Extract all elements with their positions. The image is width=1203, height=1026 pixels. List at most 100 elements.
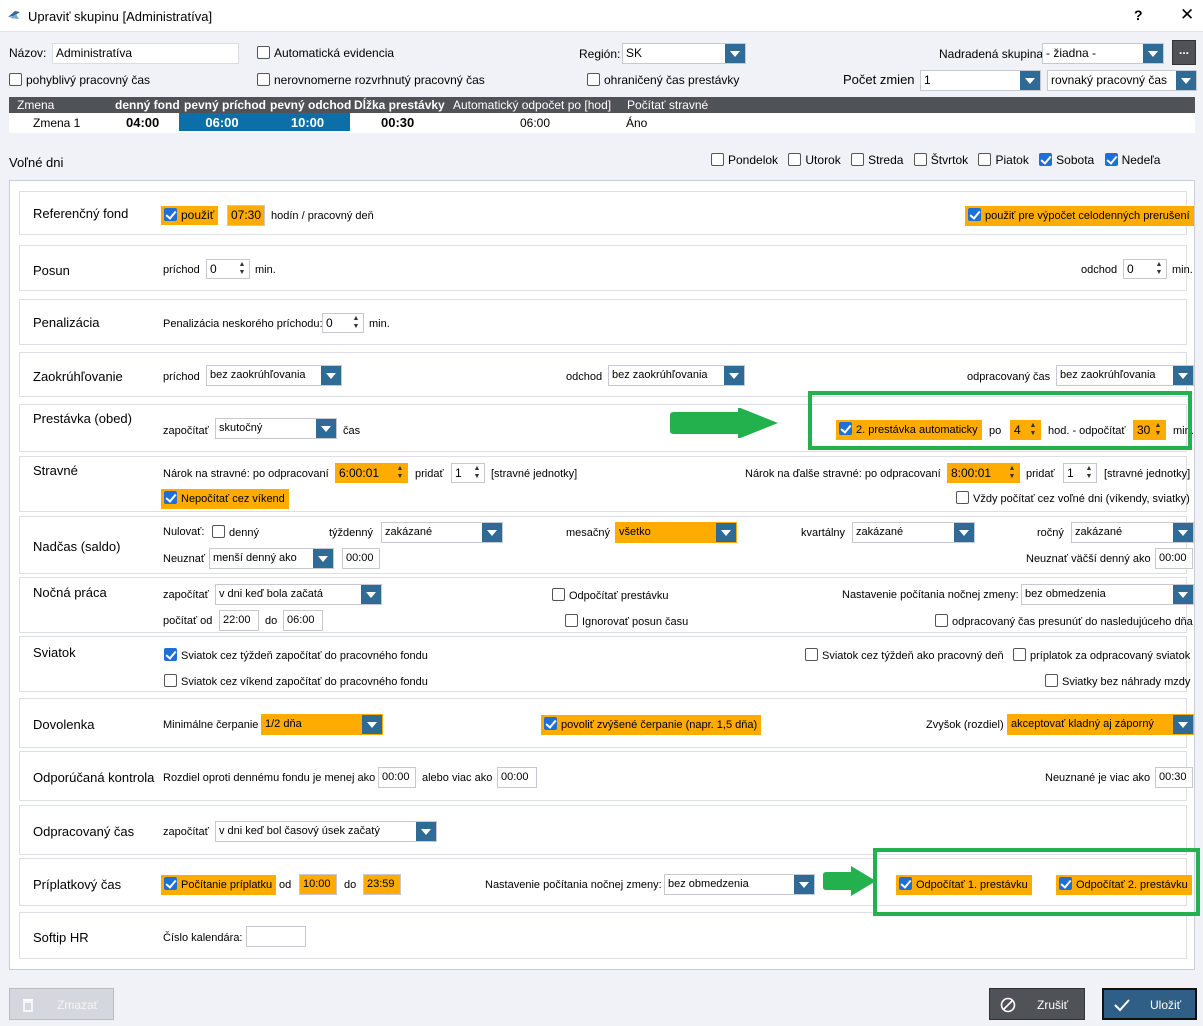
day-piatok[interactable]: Piatok (975, 151, 1032, 169)
cell-pevny-odchod[interactable]: 10:00 (265, 113, 350, 131)
region-select[interactable]: SK (622, 43, 746, 64)
strav-pridat2-spin[interactable]: 1 ▲ ▼ (1063, 463, 1097, 483)
cell-pevny-prichod-value: 06:00 (205, 115, 239, 130)
priplat-do-input[interactable]: 23:59 (363, 874, 401, 895)
zaokr-odprac-select[interactable]: bez zaokrúhľovania (1056, 365, 1194, 386)
auto-evidencia-checkbox[interactable]: Automatická evidencia (254, 44, 398, 63)
nadcas-rocny-select[interactable]: zakázané (1071, 522, 1194, 543)
pohyblivy-checkbox[interactable]: pohyblivý pracovný čas (6, 71, 154, 90)
checkbox-icon (552, 588, 565, 601)
dovol-min-select[interactable]: 1/2 dňa (261, 714, 383, 735)
nocna-nastavenie-select[interactable]: bez obmedzenia (1021, 584, 1194, 605)
spin-arrows-icon: ▲ ▼ (1155, 261, 1163, 276)
zaokr-odchod-select[interactable]: bez zaokrúhľovania (608, 365, 745, 386)
posun-odchod-spin[interactable]: 0 ▲ ▼ (1123, 259, 1167, 279)
nadcas-mesacny-select[interactable]: všetko (615, 522, 737, 543)
day-pondelok[interactable]: Pondelok (708, 151, 782, 169)
pocet-zmien-select[interactable]: 1 (920, 70, 1041, 91)
nerovnomerne-checkbox[interactable]: nerovnomerne rozvrhnutý pracovný čas (254, 71, 489, 90)
softip-cislo-input[interactable] (246, 926, 306, 947)
nocna-do-input[interactable]: 06:00 (283, 610, 323, 631)
nadcas-denny-checkbox[interactable]: denný (209, 523, 263, 543)
zaokr-prichod-select[interactable]: bez zaokrúhľovania (206, 365, 342, 386)
cell-pevny-prichod[interactable]: 06:00 (179, 113, 265, 131)
nadcas-neuznat2-time[interactable]: 00:00 (1155, 548, 1193, 569)
highlight-box-priplatok (873, 848, 1200, 916)
strav-pridat-value: 1 (455, 466, 462, 480)
day-sobota[interactable]: Sobota (1036, 151, 1098, 169)
kontrola-r3-input[interactable]: 00:30 (1155, 767, 1193, 788)
nocna-ignorovat-checkbox[interactable]: Ignorovať posun času (562, 612, 692, 632)
priplat-nastavenie-select[interactable]: bez obmedzenia (664, 874, 815, 895)
nocna-do-label: do (265, 615, 278, 627)
odprac-zapocitat-select[interactable]: v dni keď bol časový úsek začatý (215, 821, 437, 842)
sviatky-bez-nahrady-checkbox[interactable]: Sviatky bez náhrady mzdy (1042, 672, 1194, 692)
posun-prichod-spin[interactable]: 0 ▲ ▼ (206, 259, 250, 279)
nadradena-value: - žiadna - (1046, 46, 1097, 60)
sviatok-pracovny-den-checkbox[interactable]: Sviatok cez týždeň ako pracovný deň (802, 646, 1008, 666)
nadcas-neuznat-time[interactable]: 00:00 (342, 548, 380, 569)
sviatok-c4-label: príplatok za odpracovaný sviatok (1030, 650, 1191, 662)
ohraniceny-checkbox[interactable]: ohraničený čas prestávky (584, 71, 743, 90)
strav-narok2-spin[interactable]: 8:00:01 ▲ ▼ (947, 463, 1020, 483)
pocet-zmien-value: 1 (924, 73, 931, 87)
zrusit-button[interactable]: Zrušiť (989, 988, 1085, 1020)
auto-evidencia-label: Automatická evidencia (274, 46, 395, 60)
zaokr-prichod-value: bez zaokrúhľovania (210, 369, 306, 381)
cas-typ-select[interactable]: rovnaký pracovný čas (1047, 70, 1197, 91)
nadcas-neuznat-value: menší denný ako (213, 552, 297, 564)
col-denny-fond: denný fond (115, 98, 180, 112)
ref-hours-input[interactable]: 07:30 (227, 205, 265, 226)
nadcas-kvartalny-select[interactable]: zakázané (852, 522, 975, 543)
checkbox-icon (257, 46, 270, 59)
priplat-pocitanie-checkbox[interactable]: Počítanie príplatku (161, 875, 277, 895)
highlight-arrow-icon (823, 866, 876, 896)
sviatok-priplatok-checkbox[interactable]: príplatok za odpracovaný sviatok (1010, 646, 1194, 666)
day-stvrtok[interactable]: Štvrtok (911, 151, 972, 169)
strav-pridat-spin[interactable]: 1 ▲ ▼ (451, 463, 485, 483)
nepocitat-vikend-checkbox[interactable]: Nepočítať cez víkend (161, 489, 289, 509)
nocna-odpocitat-checkbox[interactable]: Odpočítať prestávku (549, 586, 673, 606)
volne-dni-label: Voľné dni (9, 155, 64, 170)
sviatok-tyzden-fond-checkbox[interactable]: Sviatok cez týždeň započítať do pracovné… (161, 646, 432, 666)
ref-pouzit-checkbox[interactable]: použiť (161, 206, 219, 225)
day-nedela[interactable]: Nedeľa (1102, 151, 1165, 169)
region-label: Región: (579, 47, 621, 61)
dovol-zvysok-value: akceptovať kladný aj záporný (1011, 718, 1154, 730)
strav-pridat-label: pridať (415, 468, 444, 480)
dovol-zvysok-select[interactable]: akceptovať kladný aj záporný (1007, 714, 1194, 735)
nadradena-select[interactable]: - žiadna - (1042, 43, 1164, 64)
nadcas-neuznat-select[interactable]: menší denný ako (209, 548, 334, 569)
volne-dni-days: Pondelok Utorok Streda Štvrtok Piatok So… (708, 153, 1164, 168)
strav-narok2-label: Nárok na ďalše stravné: po odpracovaní (745, 468, 941, 480)
kontrola-r1-input[interactable]: 00:00 (378, 767, 416, 788)
row-label: Nočná práca (33, 585, 107, 600)
nocna-od-input[interactable]: 22:00 (219, 610, 259, 631)
spin-arrows-icon: ▲ ▼ (1008, 465, 1016, 480)
kontrola-r2-input[interactable]: 00:00 (497, 767, 537, 788)
chevron-down-icon (1176, 71, 1196, 90)
penal-spin[interactable]: 0 ▲ ▼ (322, 313, 364, 333)
strav-narok-spin[interactable]: 6:00:01 ▲ ▼ (335, 463, 408, 483)
zmazat-button[interactable]: Zmazať (9, 988, 114, 1020)
sviatok-vikend-fond-checkbox[interactable]: Sviatok cez víkend započítať do pracovné… (161, 672, 432, 692)
more-button[interactable]: ... (1172, 40, 1196, 65)
strav-jednotky: [stravné jednotky] (491, 468, 578, 480)
nocna-zapocitat-select[interactable]: v dni keď bola začatá (215, 584, 382, 605)
day-streda[interactable]: Streda (848, 151, 907, 169)
col-pevny-prichod: pevný príchod (184, 98, 267, 112)
nadcas-tyzdenny-select[interactable]: zakázané (381, 522, 503, 543)
dovol-povolit-checkbox[interactable]: povoliť zvýšené čerpanie (napr. 1,5 dňa) (541, 715, 762, 735)
day-utorok[interactable]: Utorok (785, 151, 844, 169)
priplat-od-input[interactable]: 10:00 (299, 874, 337, 895)
help-button[interactable]: ? (1134, 7, 1143, 23)
nocna-presunut-checkbox[interactable]: odpracovaný čas presunúť do nasledujúceh… (932, 612, 1197, 632)
prest-zapocitat-select[interactable]: skutočný (215, 418, 337, 439)
celodenne-checkbox[interactable]: použiť pre výpočet celodenných prerušení (965, 206, 1194, 226)
vzdy-pocitat-checkbox[interactable]: Vždy počítať cez voľné dni (víkendy, svi… (953, 489, 1194, 509)
ulozit-button[interactable]: Uložiť (1102, 988, 1197, 1020)
nazov-input[interactable]: Administratíva (52, 43, 239, 64)
zaokr-odchod-label: odchod (566, 371, 603, 383)
close-button[interactable]: ✕ (1180, 5, 1194, 25)
checkbox-icon (851, 153, 865, 166)
